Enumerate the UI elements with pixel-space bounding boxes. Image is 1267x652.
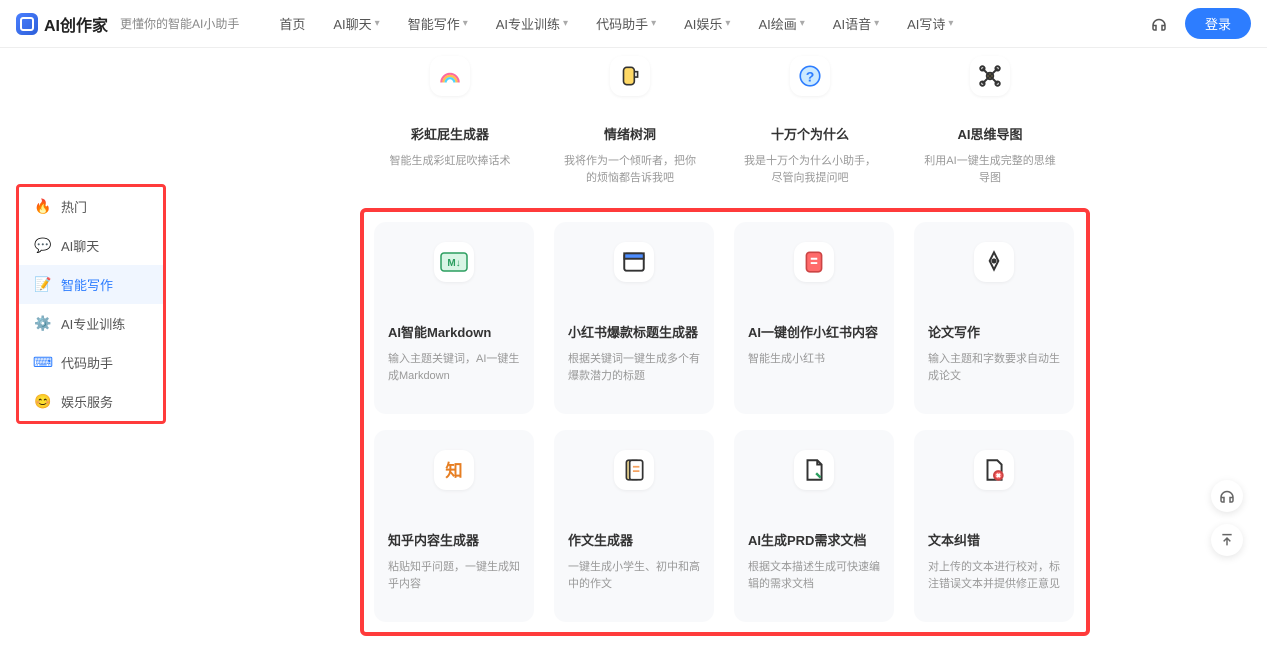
prd-icon — [794, 450, 834, 490]
nav-aichat[interactable]: AI聊天▾ — [333, 14, 379, 33]
card-title: 作文生成器 — [568, 530, 633, 549]
card-title: AI生成PRD需求文档 — [748, 530, 866, 549]
sidebar-item-code[interactable]: ⌨代码助手 — [19, 343, 163, 382]
card-desc: 输入主题和字数要求自动生成论文 — [928, 351, 1060, 384]
svg-text:?: ? — [806, 68, 815, 84]
card-desc: 利用AI一键生成完整的思维导图 — [924, 153, 1056, 186]
nav-write[interactable]: 智能写作▾ — [408, 14, 468, 33]
card-correct[interactable]: 文本纠错 对上传的文本进行校对，标注错误文本并提供修正意见 — [914, 430, 1074, 622]
sidebar-item-write[interactable]: 📝智能写作 — [19, 265, 163, 304]
markdown-icon: M↓ — [434, 242, 474, 282]
card-title: AI智能Markdown — [388, 322, 491, 341]
nav-paint[interactable]: AI绘画▾ — [758, 14, 804, 33]
card-why[interactable]: ? 十万个为什么 我是十万个为什么小助手，尽管向我提问吧 — [730, 56, 890, 200]
write-icon: 📝 — [35, 277, 51, 293]
cup-icon — [610, 56, 650, 96]
card-desc: 我是十万个为什么小助手，尽管向我提问吧 — [744, 153, 876, 186]
sidebar-item-chat[interactable]: 💬AI聊天 — [19, 226, 163, 265]
svg-text:知: 知 — [444, 461, 462, 481]
logo-text: AI创作家 — [44, 12, 108, 36]
card-desc: 我将作为一个倾听者，把你的烦恼都告诉我吧 — [564, 153, 696, 186]
rainbow-icon — [430, 56, 470, 96]
card-essay[interactable]: 作文生成器 一键生成小学生、初中和高中的作文 — [554, 430, 714, 622]
card-desc: 输入主题关键词，AI一键生成Markdown — [388, 351, 520, 384]
pen-icon — [974, 242, 1014, 282]
card-title: AI思维导图 — [924, 124, 1056, 143]
card-xhs-content[interactable]: AI一键创作小红书内容 智能生成小红书 — [734, 222, 894, 414]
card-xhs-title[interactable]: 小红书爆款标题生成器 根据关键词一键生成多个有爆款潜力的标题 — [554, 222, 714, 414]
card-tree[interactable]: 情绪树洞 我将作为一个倾听者，把你的烦恼都告诉我吧 — [550, 56, 710, 200]
login-button[interactable]: 登录 — [1185, 8, 1251, 39]
sidebar-item-ent[interactable]: 😊娱乐服务 — [19, 382, 163, 421]
fire-icon: 🔥 — [35, 199, 51, 215]
top-nav: 首页 AI聊天▾ 智能写作▾ AI专业训练▾ 代码助手▾ AI娱乐▾ AI绘画▾… — [279, 14, 953, 33]
doc-icon — [614, 450, 654, 490]
support-icon[interactable] — [1149, 14, 1169, 34]
nav-voice[interactable]: AI语音▾ — [833, 14, 879, 33]
chevron-down-icon: ▾ — [651, 18, 656, 29]
sidebar-item-hot[interactable]: 🔥热门 — [19, 187, 163, 226]
card-title: 知乎内容生成器 — [388, 530, 479, 549]
card-desc: 智能生成彩虹屁吹捧话术 — [384, 153, 516, 170]
chevron-down-icon: ▾ — [874, 18, 879, 29]
nav-home[interactable]: 首页 — [279, 14, 305, 33]
logo-icon — [16, 13, 38, 35]
float-top-button[interactable] — [1211, 524, 1243, 556]
header: AI创作家 更懂你的智能AI小助手 首页 AI聊天▾ 智能写作▾ AI专业训练▾… — [0, 0, 1267, 48]
card-title: 小红书爆款标题生成器 — [568, 322, 698, 341]
card-desc: 智能生成小红书 — [748, 351, 825, 368]
card-title: 十万个为什么 — [744, 124, 876, 143]
card-title: AI一键创作小红书内容 — [748, 322, 878, 341]
chevron-down-icon: ▾ — [800, 18, 805, 29]
card-prd[interactable]: AI生成PRD需求文档 根据文本描述生成可快速编辑的需求文档 — [734, 430, 894, 622]
card-markdown[interactable]: M↓ AI智能Markdown 输入主题关键词，AI一键生成Markdown — [374, 222, 534, 414]
chevron-down-icon: ▾ — [463, 18, 468, 29]
svg-text:M↓: M↓ — [447, 258, 460, 269]
header-right: 登录 — [1149, 8, 1251, 39]
chevron-down-icon: ▾ — [375, 18, 380, 29]
card-title: 彩虹屁生成器 — [384, 124, 516, 143]
card-paper[interactable]: 论文写作 输入主题和字数要求自动生成论文 — [914, 222, 1074, 414]
main-content: 彩虹屁生成器 智能生成彩虹屁吹捧话术 情绪树洞 我将作为一个倾听者，把你的烦恼都… — [220, 48, 1267, 652]
chevron-down-icon: ▾ — [725, 18, 730, 29]
float-buttons — [1211, 480, 1243, 556]
card-desc: 对上传的文本进行校对，标注错误文本并提供修正意见 — [928, 559, 1060, 592]
card-title: 文本纠错 — [928, 530, 980, 549]
card-title: 情绪树洞 — [564, 124, 696, 143]
zhihu-icon: 知 — [434, 450, 474, 490]
question-icon: ? — [790, 56, 830, 96]
nav-ent[interactable]: AI娱乐▾ — [684, 14, 730, 33]
window-icon — [614, 242, 654, 282]
card-desc: 粘贴知乎问题，一键生成知乎内容 — [388, 559, 520, 592]
chat-icon: 💬 — [35, 238, 51, 254]
mindmap-icon — [970, 56, 1010, 96]
float-support-button[interactable] — [1211, 480, 1243, 512]
card-desc: 根据关键词一键生成多个有爆款潜力的标题 — [568, 351, 700, 384]
card-desc: 根据文本描述生成可快速编辑的需求文档 — [748, 559, 880, 592]
chevron-down-icon: ▾ — [563, 18, 568, 29]
card-mindmap[interactable]: AI思维导图 利用AI一键生成完整的思维导图 — [910, 56, 1070, 200]
nav-train[interactable]: AI专业训练▾ — [496, 14, 568, 33]
card-desc: 一键生成小学生、初中和高中的作文 — [568, 559, 700, 592]
nav-poem[interactable]: AI写诗▾ — [907, 14, 953, 33]
ent-icon: 😊 — [35, 394, 51, 410]
sidebar-item-train[interactable]: ⚙️AI专业训练 — [19, 304, 163, 343]
note-icon — [794, 242, 834, 282]
chevron-down-icon: ▾ — [948, 18, 953, 29]
card-rainbow[interactable]: 彩虹屁生成器 智能生成彩虹屁吹捧话术 — [370, 56, 530, 200]
sidebar: 🔥热门 💬AI聊天 📝智能写作 ⚙️AI专业训练 ⌨代码助手 😊娱乐服务 — [0, 48, 220, 652]
card-title: 论文写作 — [928, 322, 980, 341]
card-zhihu[interactable]: 知 知乎内容生成器 粘贴知乎问题，一键生成知乎内容 — [374, 430, 534, 622]
code-icon: ⌨ — [35, 355, 51, 371]
correct-icon — [974, 450, 1014, 490]
train-icon: ⚙️ — [35, 316, 51, 332]
tagline: 更懂你的智能AI小助手 — [120, 15, 239, 32]
nav-code[interactable]: 代码助手▾ — [596, 14, 656, 33]
logo[interactable]: AI创作家 — [16, 12, 108, 36]
